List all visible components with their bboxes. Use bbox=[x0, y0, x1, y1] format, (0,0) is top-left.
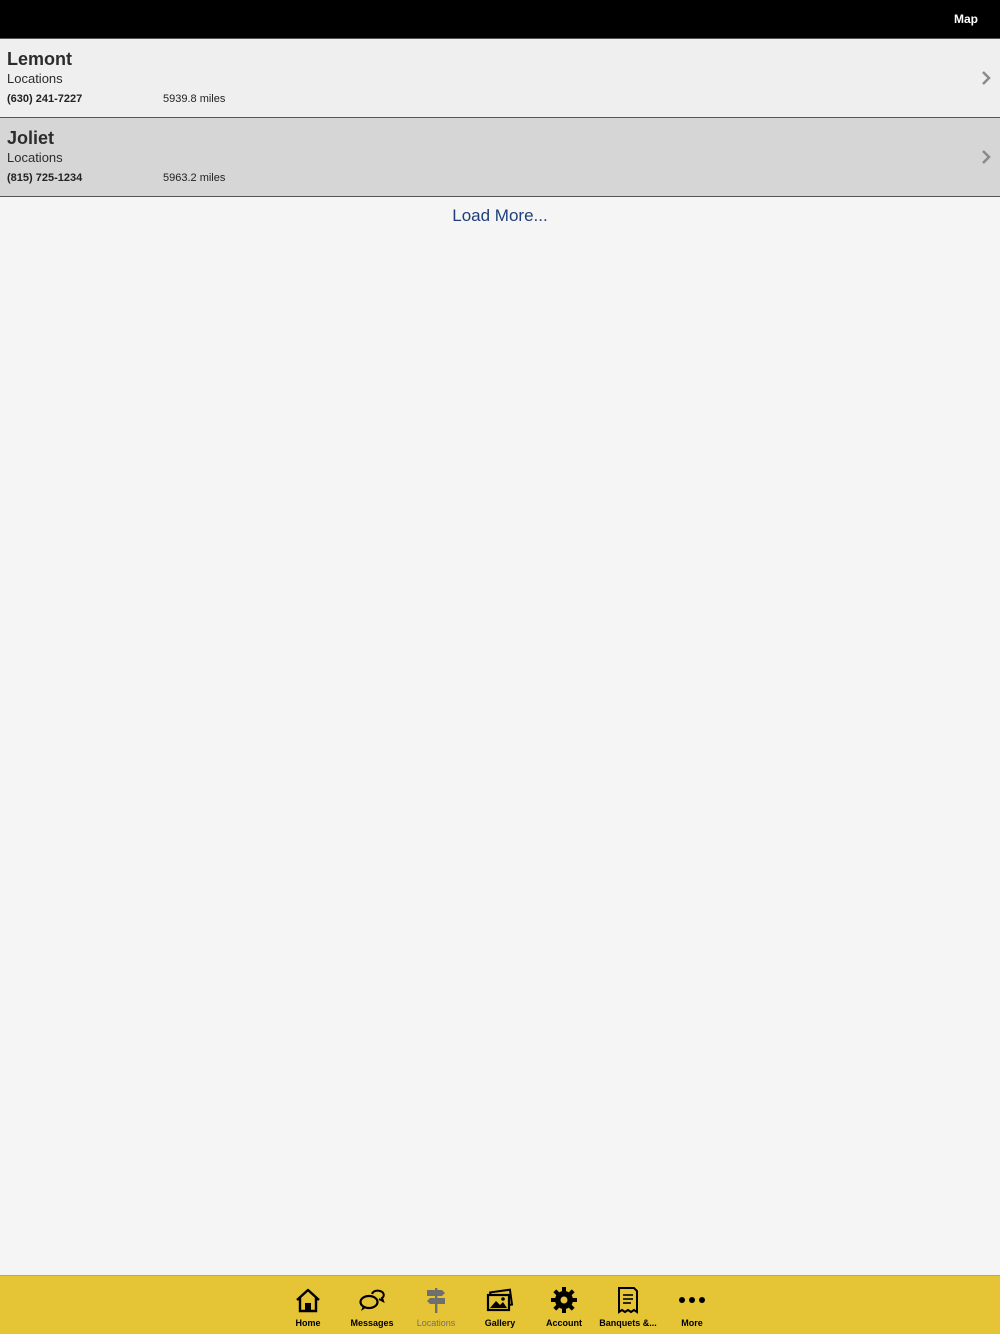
location-name: Lemont bbox=[7, 49, 72, 69]
tab-label: Home bbox=[295, 1318, 321, 1328]
location-category: Locations bbox=[7, 150, 63, 165]
tab-more[interactable]: More bbox=[660, 1276, 724, 1334]
chevron-right-icon bbox=[982, 71, 991, 85]
location-phone: (815) 725-1234 bbox=[7, 172, 83, 184]
receipt-icon bbox=[618, 1287, 638, 1314]
tab-label: Gallery bbox=[484, 1318, 516, 1328]
tab-banquets[interactable]: Banquets &... bbox=[596, 1276, 660, 1334]
tab-account[interactable]: Account bbox=[532, 1276, 596, 1334]
location-distance: 5939.8 miles bbox=[163, 93, 226, 105]
top-navigation-bar: Map bbox=[0, 0, 1000, 39]
home-icon bbox=[296, 1288, 320, 1313]
tab-label: Banquets &... bbox=[599, 1318, 657, 1328]
load-more-link[interactable]: Load More... bbox=[0, 206, 1000, 226]
tab-label: Locations bbox=[416, 1318, 456, 1328]
gallery-icon bbox=[486, 1288, 514, 1312]
tab-home[interactable]: Home bbox=[276, 1276, 340, 1334]
location-distance: 5963.2 miles bbox=[163, 172, 226, 184]
tab-label: Messages bbox=[350, 1318, 394, 1328]
locations-list: Lemont Locations (630) 241-7227 5939.8 m… bbox=[0, 39, 1000, 226]
tab-label: Account bbox=[546, 1318, 582, 1328]
gear-icon bbox=[551, 1287, 577, 1313]
location-category: Locations bbox=[7, 71, 63, 86]
tab-messages[interactable]: Messages bbox=[340, 1276, 404, 1334]
messages-icon bbox=[359, 1289, 385, 1311]
chevron-right-icon bbox=[982, 150, 991, 164]
location-row-joliet[interactable]: Joliet Locations (815) 725-1234 5963.2 m… bbox=[0, 118, 1000, 197]
bottom-tab-bar: Home Messages Locations Gallery Account … bbox=[0, 1275, 1000, 1334]
location-name: Joliet bbox=[7, 128, 55, 148]
location-row-lemont[interactable]: Lemont Locations (630) 241-7227 5939.8 m… bbox=[0, 39, 1000, 118]
signpost-icon bbox=[427, 1288, 445, 1313]
location-phone: (630) 241-7227 bbox=[7, 93, 83, 105]
tab-gallery[interactable]: Gallery bbox=[468, 1276, 532, 1334]
more-icon bbox=[679, 1297, 705, 1303]
tab-label: More bbox=[681, 1318, 703, 1328]
map-button[interactable]: Map bbox=[954, 12, 978, 26]
tab-locations[interactable]: Locations bbox=[404, 1276, 468, 1334]
